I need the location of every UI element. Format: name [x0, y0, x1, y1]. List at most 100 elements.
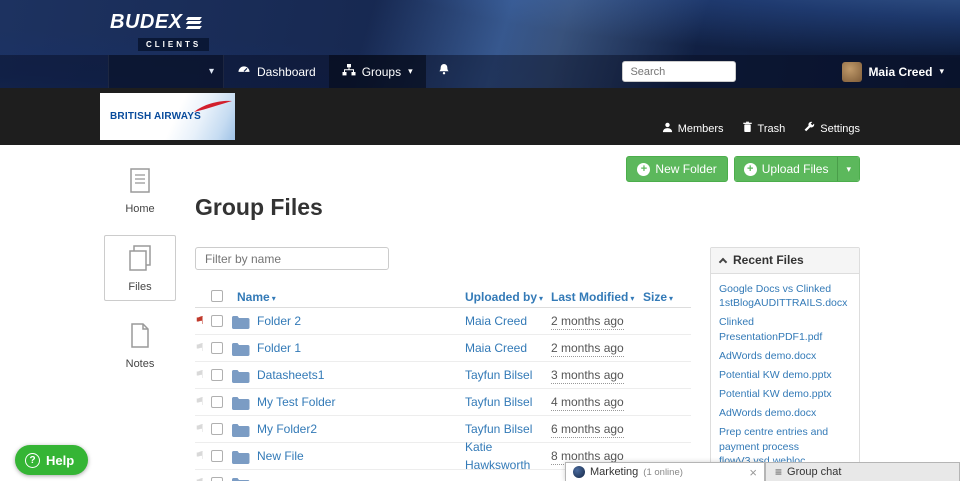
budex-logo: BUDEX CLIENTS — [110, 11, 210, 52]
chat-tab-marketing[interactable]: Marketing (1 online) × — [565, 462, 765, 481]
sort-name[interactable]: Name — [237, 290, 270, 304]
notes-icon — [130, 323, 150, 352]
chevron-down-icon: ▾ — [208, 66, 214, 77]
folder-icon — [231, 368, 257, 383]
sort-caret-icon: ▾ — [630, 293, 635, 303]
select-all-checkbox[interactable] — [211, 290, 223, 303]
file-name-link[interactable]: Datasheets1 — [257, 368, 324, 382]
bell-icon — [438, 63, 450, 81]
user-menu[interactable]: Maia Creed ▾ — [834, 55, 960, 88]
trash-label: Trash — [757, 122, 786, 135]
recent-file-link[interactable]: Potential KW demo.pptx — [719, 387, 851, 401]
top-header: BUDEX CLIENTS ▾ Dashboard Groups ▾ Searc… — [0, 0, 960, 88]
recent-file-link[interactable]: AdWords demo.docx — [719, 406, 851, 420]
group-selector-dropdown[interactable]: ▾ — [108, 55, 224, 88]
sort-caret-icon: ▾ — [669, 293, 674, 303]
ribbon-icon — [194, 100, 232, 118]
avatar — [842, 61, 863, 82]
folder-icon — [231, 341, 257, 356]
search-input[interactable] — [622, 61, 737, 82]
pin-icon[interactable]: ⚑ — [195, 423, 205, 435]
file-name-link[interactable]: New File — [257, 449, 304, 463]
file-name-link[interactable]: Folder 2 — [257, 314, 301, 328]
wrench-icon — [803, 121, 815, 136]
uploader-link[interactable]: Tayfun Bilsel — [465, 422, 532, 436]
filter-input[interactable] — [195, 247, 389, 270]
file-name-link[interactable]: Folder 1 — [257, 341, 301, 355]
group-bar: BRITISH AIRWAYS Members Trash Settings — [0, 88, 960, 145]
folder-icon — [231, 395, 257, 410]
home-icon — [130, 168, 150, 197]
row-checkbox[interactable] — [211, 476, 223, 481]
file-name-link[interactable]: My Test Folder — [257, 395, 335, 409]
last-modified: 4 months ago — [551, 395, 624, 411]
sidebar-files-label: Files — [128, 281, 152, 293]
sort-last-modified[interactable]: Last Modified — [551, 290, 628, 304]
list-icon: ≡ — [775, 465, 783, 479]
uploader-link[interactable]: Katie Hawksworth — [465, 440, 530, 472]
chevron-down-icon: ▾ — [846, 163, 851, 174]
pin-icon[interactable]: ⚑ — [195, 396, 205, 408]
recent-files-header[interactable]: Recent Files — [711, 248, 859, 274]
row-checkbox[interactable] — [211, 341, 223, 354]
row-checkbox[interactable] — [211, 368, 223, 381]
uploader-link[interactable]: Tayfun Bilsel — [465, 395, 532, 409]
chevron-down-icon: ▾ — [939, 66, 944, 76]
row-checkbox[interactable] — [211, 314, 223, 327]
sort-uploaded-by[interactable]: Uploaded by — [465, 290, 537, 304]
row-checkbox[interactable] — [211, 449, 223, 462]
row-checkbox[interactable] — [211, 395, 223, 408]
pin-icon[interactable]: ⚑ — [195, 369, 205, 381]
chat-dock: Marketing (1 online) × ≡ Group chat — [565, 462, 960, 481]
upload-files-dropdown-toggle[interactable]: ▾ — [837, 157, 859, 181]
row-checkbox[interactable] — [211, 422, 223, 435]
settings-button[interactable]: Settings — [803, 121, 860, 136]
members-button[interactable]: Members — [662, 122, 724, 136]
sort-size[interactable]: Size — [643, 290, 667, 304]
pin-icon[interactable]: ⚑ — [195, 342, 205, 354]
trash-button[interactable]: Trash — [742, 121, 786, 136]
recent-file-link[interactable]: Potential KW demo.pptx — [719, 368, 851, 382]
file-name-link[interactable]: My Folder2 — [257, 422, 317, 436]
sidebar-item-files[interactable]: Files — [104, 235, 176, 301]
user-name: Maia Creed — [868, 64, 933, 79]
uploader-link[interactable]: Maia Creed — [465, 341, 527, 355]
nav-item-dashboard[interactable]: Dashboard — [224, 55, 329, 88]
upload-files-button[interactable]: + Upload Files — [734, 157, 838, 181]
uploader-link[interactable]: Tayfun Bilsel — [465, 368, 532, 382]
recent-file-link[interactable]: AdWords demo.docx — [719, 349, 851, 363]
nav-dashboard-label: Dashboard — [257, 64, 316, 79]
brand-subtitle: CLIENTS — [138, 38, 210, 51]
trash-icon — [742, 121, 753, 136]
table-row: ⚑ My Folder2 Tayfun Bilsel 6 months ago — [195, 416, 691, 443]
nav-item-groups[interactable]: Groups ▾ — [328, 55, 426, 88]
plus-icon: + — [637, 162, 651, 176]
recent-file-link[interactable]: Clinked PresentationPDF1.pdf — [719, 315, 851, 343]
pin-icon[interactable]: ⚑ — [195, 315, 205, 327]
settings-label: Settings — [820, 122, 860, 135]
table-row: ⚑ My Test Folder Tayfun Bilsel 4 months … — [195, 389, 691, 416]
recent-file-link[interactable]: Prep centre entries and payment process … — [719, 425, 851, 464]
chat-group-label: Group chat — [787, 466, 842, 478]
new-folder-label: New Folder — [655, 162, 717, 176]
table-row: ⚑ Folder 2 Maia Creed 2 months ago — [195, 308, 691, 335]
table-row: ⚑ Datasheets1 Tayfun Bilsel 3 months ago — [195, 362, 691, 389]
sidebar-item-home[interactable]: Home — [104, 158, 176, 223]
new-folder-button[interactable]: + New Folder — [626, 156, 728, 182]
last-modified: 2 months ago — [551, 341, 624, 357]
recent-file-link[interactable]: Google Docs vs Clinked 1stBlogAUDITTRAIL… — [719, 282, 851, 310]
help-button[interactable]: ? Help — [15, 445, 89, 475]
pin-icon[interactable]: ⚑ — [195, 477, 205, 481]
dashboard-icon — [237, 65, 251, 79]
app-window: BUDEX CLIENTS ▾ Dashboard Groups ▾ Searc… — [0, 0, 960, 481]
notifications-button[interactable] — [426, 55, 462, 88]
groups-icon — [342, 64, 356, 79]
chat-marketing-label: Marketing — [590, 466, 639, 478]
nav-groups-label: Groups — [361, 64, 402, 79]
chat-tab-group-chat[interactable]: ≡ Group chat — [765, 462, 960, 481]
pin-icon[interactable]: ⚑ — [195, 450, 205, 462]
uploader-link[interactable]: Maia Creed — [465, 314, 527, 328]
sidebar-item-notes[interactable]: Notes — [104, 313, 176, 378]
folder-icon — [231, 449, 257, 464]
close-icon[interactable]: × — [749, 465, 757, 480]
